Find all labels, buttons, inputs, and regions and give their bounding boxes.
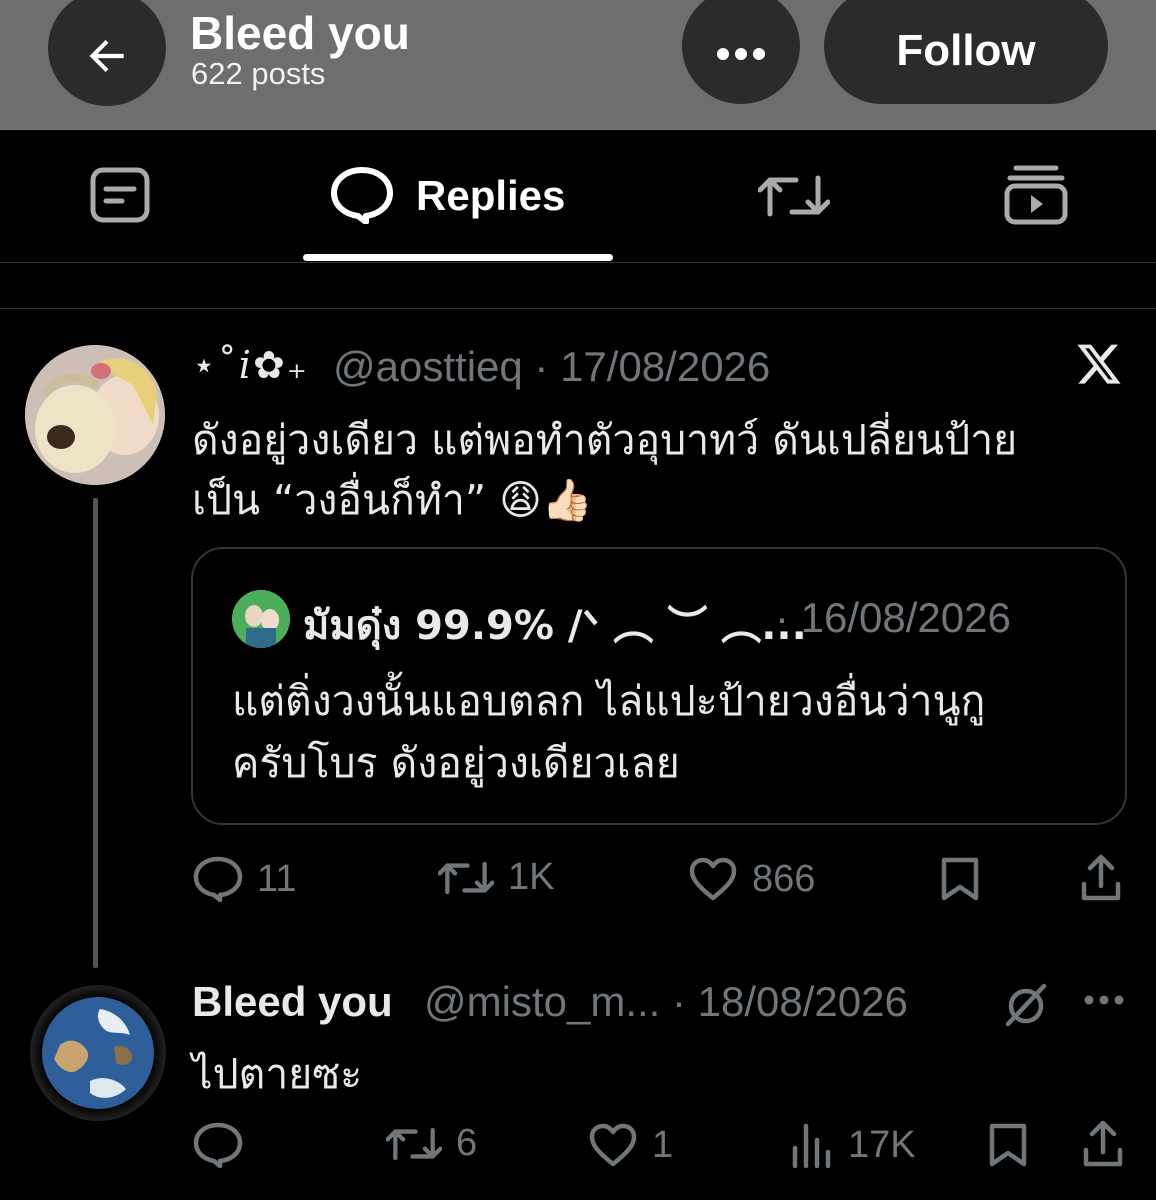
repost-count: 1K [508, 856, 555, 898]
follow-button[interactable]: Follow [824, 0, 1108, 104]
profile-title: Bleed you [190, 7, 410, 59]
avatar [232, 590, 290, 648]
like-count: 1 [652, 1123, 674, 1166]
divider [0, 308, 1156, 309]
ellipsis-icon [1084, 995, 1124, 1005]
like-button[interactable]: 1 [588, 1122, 673, 1168]
profile-photo-icon [25, 345, 165, 485]
like-count: 866 [752, 857, 816, 900]
heart-icon [589, 1123, 637, 1167]
active-tab-indicator [303, 254, 613, 261]
repost-icon [757, 175, 831, 217]
tab-videos[interactable] [1004, 164, 1068, 231]
tweet-text: ดังอยู่วงเดียว แต่พอทำตัวอุบาทว์ ดันเปลี… [192, 416, 1018, 524]
heart-icon [689, 857, 737, 901]
reply-count: 11 [257, 857, 297, 900]
tab-replies[interactable] [330, 166, 394, 229]
tab-replies-label[interactable]: Replies [416, 172, 565, 220]
avatar[interactable] [30, 985, 166, 1121]
reply-icon [193, 856, 243, 902]
reply-button[interactable]: 11 [193, 856, 296, 902]
profile-photo-icon [232, 590, 290, 648]
repost-count: 6 [456, 1122, 478, 1164]
views-button[interactable]: 17K [790, 1122, 916, 1168]
bookmark-icon [941, 857, 979, 901]
bookmark-button[interactable] [940, 856, 980, 907]
bookmark-button[interactable] [988, 1122, 1028, 1173]
views-chart-icon [792, 1123, 831, 1168]
posts-icon [90, 167, 150, 223]
tab-posts[interactable] [90, 167, 150, 228]
bookmark-icon [989, 1123, 1027, 1167]
grok-icon[interactable] [1002, 982, 1050, 1033]
repost-button[interactable]: 1K [438, 856, 554, 899]
quoted-text: แต่ติ่งวงนั้นแอบตลก ไล่แปะป้ายวงอื่นว่าน… [232, 677, 986, 787]
repost-icon [438, 861, 494, 894]
more-options-button[interactable] [1082, 990, 1126, 1015]
author-handle-date[interactable]: @misto_m... · 18/08/2026 [424, 978, 908, 1026]
share-icon [1083, 1120, 1123, 1167]
repost-icon [386, 1127, 442, 1160]
x-logo-icon [1074, 340, 1124, 393]
share-icon [1081, 854, 1121, 901]
share-button[interactable] [1080, 854, 1122, 907]
chat-bubble-icon [331, 167, 393, 225]
tweet-text: ไปตายซะ [192, 1050, 363, 1098]
repost-button[interactable]: 6 [386, 1122, 477, 1165]
ellipsis-icon [717, 48, 765, 60]
earth-icon [30, 985, 166, 1121]
divider [0, 262, 1156, 263]
reply-button[interactable] [193, 1122, 243, 1168]
author-name[interactable]: ⋆˚𝑖✿₊ [192, 343, 309, 387]
arrow-left-icon [89, 39, 124, 73]
share-button[interactable] [1082, 1120, 1124, 1173]
author-handle-date[interactable]: @aosttieq · 17/08/2026 [333, 343, 770, 391]
quoted-author-name: มัมดุ๋ง 99.9% /ᐠ ︵ ︶ ︵... [303, 603, 807, 649]
quoted-date: · 16/08/2026 [775, 594, 1011, 641]
author-name[interactable]: Bleed you [192, 978, 393, 1026]
reply-icon [193, 1122, 243, 1168]
thread-line [93, 498, 98, 968]
video-icon [1004, 165, 1068, 225]
profile-tabs [0, 130, 1156, 260]
posts-count: 622 posts [191, 56, 326, 91]
avatar[interactable] [25, 345, 165, 485]
views-count: 17K [848, 1123, 916, 1166]
like-button[interactable]: 866 [688, 856, 815, 902]
tab-reposts[interactable] [757, 170, 831, 227]
